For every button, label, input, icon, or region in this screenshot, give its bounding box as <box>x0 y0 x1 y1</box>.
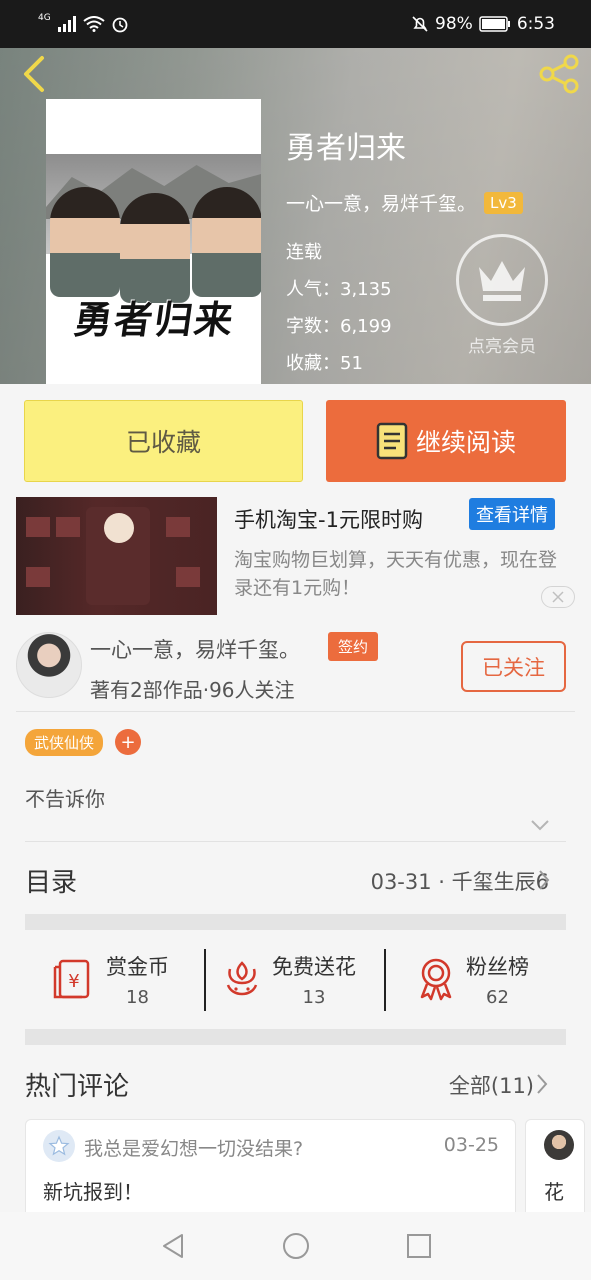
vip-button[interactable]: 点亮会员 <box>456 234 548 357</box>
genre-tag[interactable]: 武侠仙侠 <box>25 729 104 756</box>
commenter-name[interactable]: 我总是爱幻想一切没结果? <box>84 1134 303 1161</box>
fan-ranking[interactable]: 粉丝榜 62 <box>416 948 529 1010</box>
divider <box>16 711 575 712</box>
catalog-label: 目录 <box>25 868 78 898</box>
vip-label: 点亮会员 <box>468 337 536 357</box>
fan-ranking-count: 62 <box>486 986 509 1008</box>
comment-card[interactable]: 花 <box>525 1119 585 1219</box>
mute-icon <box>412 16 428 32</box>
red-envelope-icon: ¥ <box>53 959 90 999</box>
continue-reading-button[interactable]: 继续阅读 <box>326 400 566 482</box>
nav-back-icon[interactable] <box>160 1232 186 1260</box>
vip-circle <box>456 234 548 326</box>
follow-button[interactable]: 已关注 <box>461 641 566 692</box>
author-card[interactable]: 一心一意，易烊千玺。 签约 著有2部作品·96人关注 已关注 <box>0 620 591 712</box>
book-title: 勇者归来 <box>286 131 406 166</box>
reward-coins-count: 18 <box>126 986 149 1008</box>
ad-image-tile <box>26 517 50 537</box>
action-bar: 已收藏 继续阅读 <box>0 384 591 494</box>
book-author-row[interactable]: 一心一意，易烊千玺。 Lv3 <box>286 189 523 216</box>
ad-close-button[interactable] <box>541 586 575 608</box>
author-name[interactable]: 一心一意，易烊千玺。 <box>90 634 300 664</box>
commenter-avatar[interactable] <box>43 1130 75 1162</box>
book-description: 不告诉你 <box>25 787 105 811</box>
ad-description: 淘宝购物巨划算，天天有优惠，现在登录还有1元购！ <box>234 549 558 599</box>
continue-reading-label: 继续阅读 <box>415 428 516 457</box>
battery-percent: 98% <box>435 14 473 34</box>
book-author[interactable]: 一心一意，易烊千玺。 <box>286 189 476 216</box>
hot-comments-title: 热门评论 <box>25 1072 130 1102</box>
author-level-badge: Lv3 <box>484 191 523 214</box>
free-flowers-label: 免费送花 <box>272 954 356 979</box>
catalog-row[interactable]: 目录 03-31 · 千玺生辰6 <box>0 842 591 914</box>
free-flowers-count: 13 <box>302 986 326 1008</box>
comment-text: 花 <box>544 1180 564 1204</box>
close-icon <box>552 591 564 603</box>
section-separator <box>25 914 566 930</box>
comment-text: 新坑报到！ <box>43 1180 143 1204</box>
ad-banner[interactable]: 手机淘宝-1元限时购 查看详情 淘宝购物巨划算，天天有优惠，现在登录还有1元购！ <box>0 494 591 619</box>
stat-separator <box>204 949 206 1011</box>
nav-recents-icon[interactable] <box>406 1233 432 1259</box>
author-avatar[interactable] <box>16 632 82 698</box>
medal-icon <box>420 958 452 1001</box>
network-type: 4G <box>38 12 51 23</box>
reward-coins-label: 赏金币 <box>106 954 169 979</box>
book-icon <box>376 422 408 460</box>
author-stats: 著有2部作品·96人关注 <box>90 678 295 702</box>
comment-card[interactable]: 我总是爱幻想一切没结果? 03-25 新坑报到！ <box>25 1119 516 1219</box>
star-icon <box>48 1135 70 1156</box>
cover-title: 勇者归来 <box>71 298 238 342</box>
ad-image-tile <box>176 567 200 587</box>
ad-image-tile <box>166 517 190 537</box>
flower-icon <box>226 961 258 996</box>
status-bar: 4G 98% 6:53 <box>0 0 591 48</box>
free-flowers[interactable]: 免费送花 13 <box>222 948 356 1010</box>
signed-badge: 签约 <box>328 632 379 661</box>
cover-figure <box>192 187 261 297</box>
battery-icon <box>479 16 510 32</box>
cover-figure <box>120 193 190 303</box>
ad-image-tile <box>56 517 80 537</box>
book-cover[interactable]: 勇者归来 <box>46 99 261 384</box>
wifi-icon <box>83 16 105 32</box>
book-header: 勇者归来 勇者归来 一心一意，易烊千玺。 Lv3 连载 人气：3,135 字数：… <box>0 48 591 384</box>
add-tag-button[interactable]: + <box>115 729 141 755</box>
ad-image-circle <box>104 513 134 543</box>
svg-text:¥: ¥ <box>68 971 79 992</box>
comment-date: 03-25 <box>443 1134 499 1156</box>
stat-separator <box>384 949 386 1011</box>
all-comments-link[interactable]: 全部(11) <box>449 1070 534 1100</box>
latest-chapter[interactable]: 03-31 · 千玺生辰6 <box>371 866 549 896</box>
reward-coins[interactable]: ¥ 赏金币 18 <box>52 948 169 1010</box>
signal-icon <box>57 16 76 32</box>
fan-ranking-label: 粉丝榜 <box>466 954 529 979</box>
clock: 6:53 <box>516 14 555 34</box>
chevron-right-icon <box>539 870 550 890</box>
ad-title[interactable]: 手机淘宝-1元限时购 <box>234 504 423 534</box>
ad-detail-button[interactable]: 查看详情 <box>469 498 555 530</box>
commenter-avatar[interactable] <box>544 1130 574 1160</box>
nav-home-icon[interactable] <box>282 1232 310 1260</box>
chevron-right-icon[interactable] <box>535 1072 549 1096</box>
system-nav-bar <box>0 1212 591 1280</box>
alarm-icon <box>112 17 128 33</box>
back-icon[interactable] <box>16 54 56 94</box>
favorited-button[interactable]: 已收藏 <box>24 400 303 482</box>
cover-figure <box>50 187 120 297</box>
section-separator <box>25 1029 566 1045</box>
share-icon[interactable] <box>537 52 581 96</box>
ad-image[interactable] <box>16 497 217 615</box>
ad-image-tile <box>26 567 50 587</box>
chevron-down-icon[interactable] <box>529 814 551 836</box>
crown-icon <box>479 261 525 301</box>
